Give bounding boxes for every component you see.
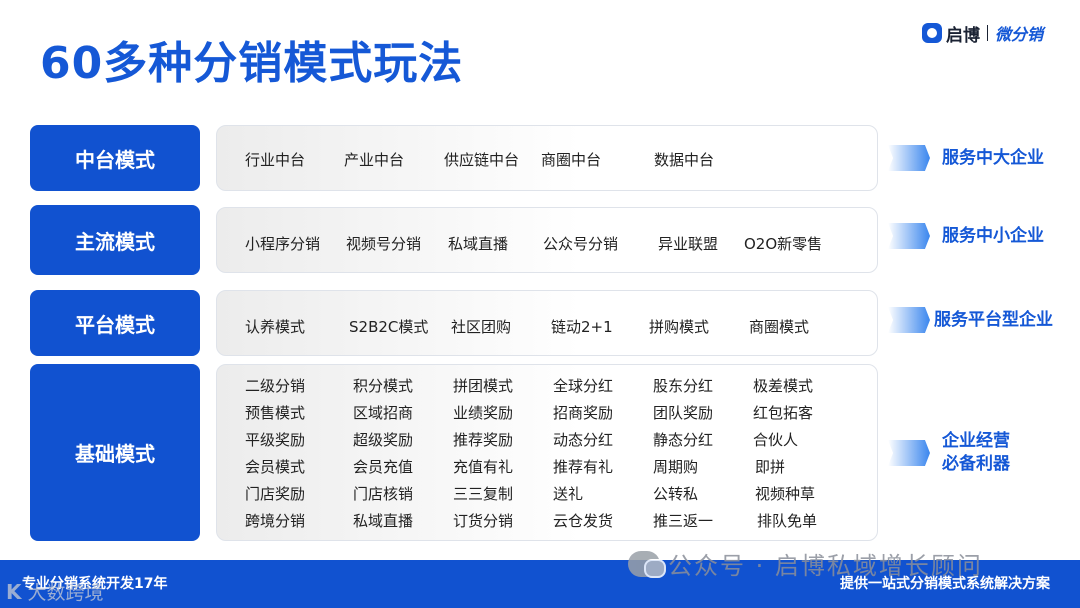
row-panel-pingtai: 认养模式 S2B2C模式 社区团购 链动2+1 拼购模式 商圈模式 [216,290,878,356]
watermark-secondary: K 大数跨境 [6,578,104,605]
mode-item: 即拼 [755,458,786,476]
slide: 60多种分销模式玩法 启博 微分销 中台模式 行业中台 产业中台 供应链中台 商… [0,0,1080,608]
mode-item: 区域招商 [353,404,414,422]
side-note-text: 服务中小企业 [942,225,1044,246]
mode-item: O2O新零售 [744,235,823,253]
watermark-wechat: 公众号 · 启博私域增长顾问 [628,546,983,581]
chevron-arrow-icon [888,145,930,171]
side-note-jichu: 企业经营 必备利器 [888,430,1010,476]
mode-item: 招商奖励 [553,404,614,422]
page-title: 60多种分销模式玩法 [40,38,464,89]
side-note-text: 服务中大企业 [942,147,1044,168]
row-panel-zhuliu: 小程序分销 视频号分销 私域直播 公众号分销 异业联盟 O2O新零售 [216,207,878,273]
brand-divider [987,25,988,41]
mode-item: 充值有礼 [453,458,514,476]
mode-item: 行业中台 [245,151,306,169]
mode-item: 供应链中台 [444,151,520,169]
mode-item: 产业中台 [344,151,405,169]
side-note-line: 必备利器 [942,454,1010,474]
mode-item: 数据中台 [654,151,715,169]
k-logo-icon: K [6,579,22,604]
mode-item: 全球分红 [553,377,614,395]
mode-item: 股东分红 [653,377,714,395]
mode-item: 平级奖励 [245,431,306,449]
mode-item: 团队奖励 [653,404,714,422]
mode-item: 推三返一 [653,512,714,530]
mode-item: 公众号分销 [543,235,619,253]
mode-item: 静态分红 [653,431,714,449]
wechat-icon [628,550,666,578]
mode-item: 会员模式 [245,458,306,476]
side-note-pingtai: 服务平台型企业 [888,307,1053,333]
row-panel-zhongtai: 行业中台 产业中台 供应链中台 商圈中台 数据中台 [216,125,878,191]
row-label-jichu: 基础模式 [30,364,200,541]
mode-item: 推荐有礼 [553,458,614,476]
mode-item: 私域直播 [353,512,414,530]
mode-item: 周期购 [653,458,699,476]
mode-item: 二级分销 [245,377,306,395]
side-note-zhuliu: 服务中小企业 [888,223,1044,249]
mode-item: 拼团模式 [453,377,514,395]
mode-item: 社区团购 [451,318,512,336]
chevron-arrow-icon [888,440,930,466]
mode-item: 送礼 [553,485,584,503]
mode-item: 动态分红 [553,431,614,449]
chevron-arrow-icon [888,223,930,249]
side-note-text: 企业经营 必备利器 [942,430,1010,476]
mode-item: 商圈中台 [541,151,602,169]
brand-subtitle: 微分销 [995,25,1044,44]
chevron-arrow-icon [888,307,930,333]
side-note-zhongtai: 服务中大企业 [888,145,1044,171]
mode-item: 云仓发货 [553,512,614,530]
mode-item: 跨境分销 [245,512,306,530]
mode-item: 排队免单 [757,512,818,530]
mode-item: 私域直播 [448,235,509,253]
qibo-logo-icon [922,23,942,43]
mode-item: 推荐奖励 [453,431,514,449]
mode-item: 认养模式 [245,318,306,336]
side-note-text: 服务平台型企业 [934,309,1053,330]
mode-item: 极差模式 [753,377,814,395]
mode-item: 商圈模式 [749,318,810,336]
row-label-zhuliu: 主流模式 [30,205,200,275]
mode-item: 链动2+1 [551,318,613,336]
mode-item: 积分模式 [353,377,414,395]
row-label-pingtai: 平台模式 [30,290,200,356]
brand-name: 启博 [946,25,980,46]
mode-item: 视频种草 [755,485,816,503]
mode-item: 门店奖励 [245,485,306,503]
mode-item: 业绩奖励 [453,404,514,422]
mode-item: 会员充值 [353,458,414,476]
mode-item: 视频号分销 [346,235,422,253]
side-note-line: 企业经营 [942,431,1010,451]
row-panel-jichu: 二级分销 积分模式 拼团模式 全球分红 股东分红 极差模式 预售模式 区域招商 … [216,364,878,541]
mode-item: 订货分销 [453,512,514,530]
mode-item: 合伙人 [753,431,799,449]
mode-item: 拼购模式 [649,318,710,336]
row-label-zhongtai: 中台模式 [30,125,200,191]
mode-item: 预售模式 [245,404,306,422]
mode-item: 公转私 [653,485,699,503]
brand-logo: 启博 微分销 [922,21,1044,46]
mode-item: 三三复制 [453,485,514,503]
mode-item: 门店核销 [353,485,414,503]
mode-item: 超级奖励 [353,431,414,449]
watermark-secondary-text: 大数跨境 [27,582,104,604]
watermark-text: 公众号 · 启博私域增长顾问 [668,552,983,580]
mode-item: 异业联盟 [658,235,719,253]
mode-item: S2B2C模式 [349,318,429,336]
mode-item: 红包拓客 [753,404,814,422]
mode-item: 小程序分销 [245,235,321,253]
